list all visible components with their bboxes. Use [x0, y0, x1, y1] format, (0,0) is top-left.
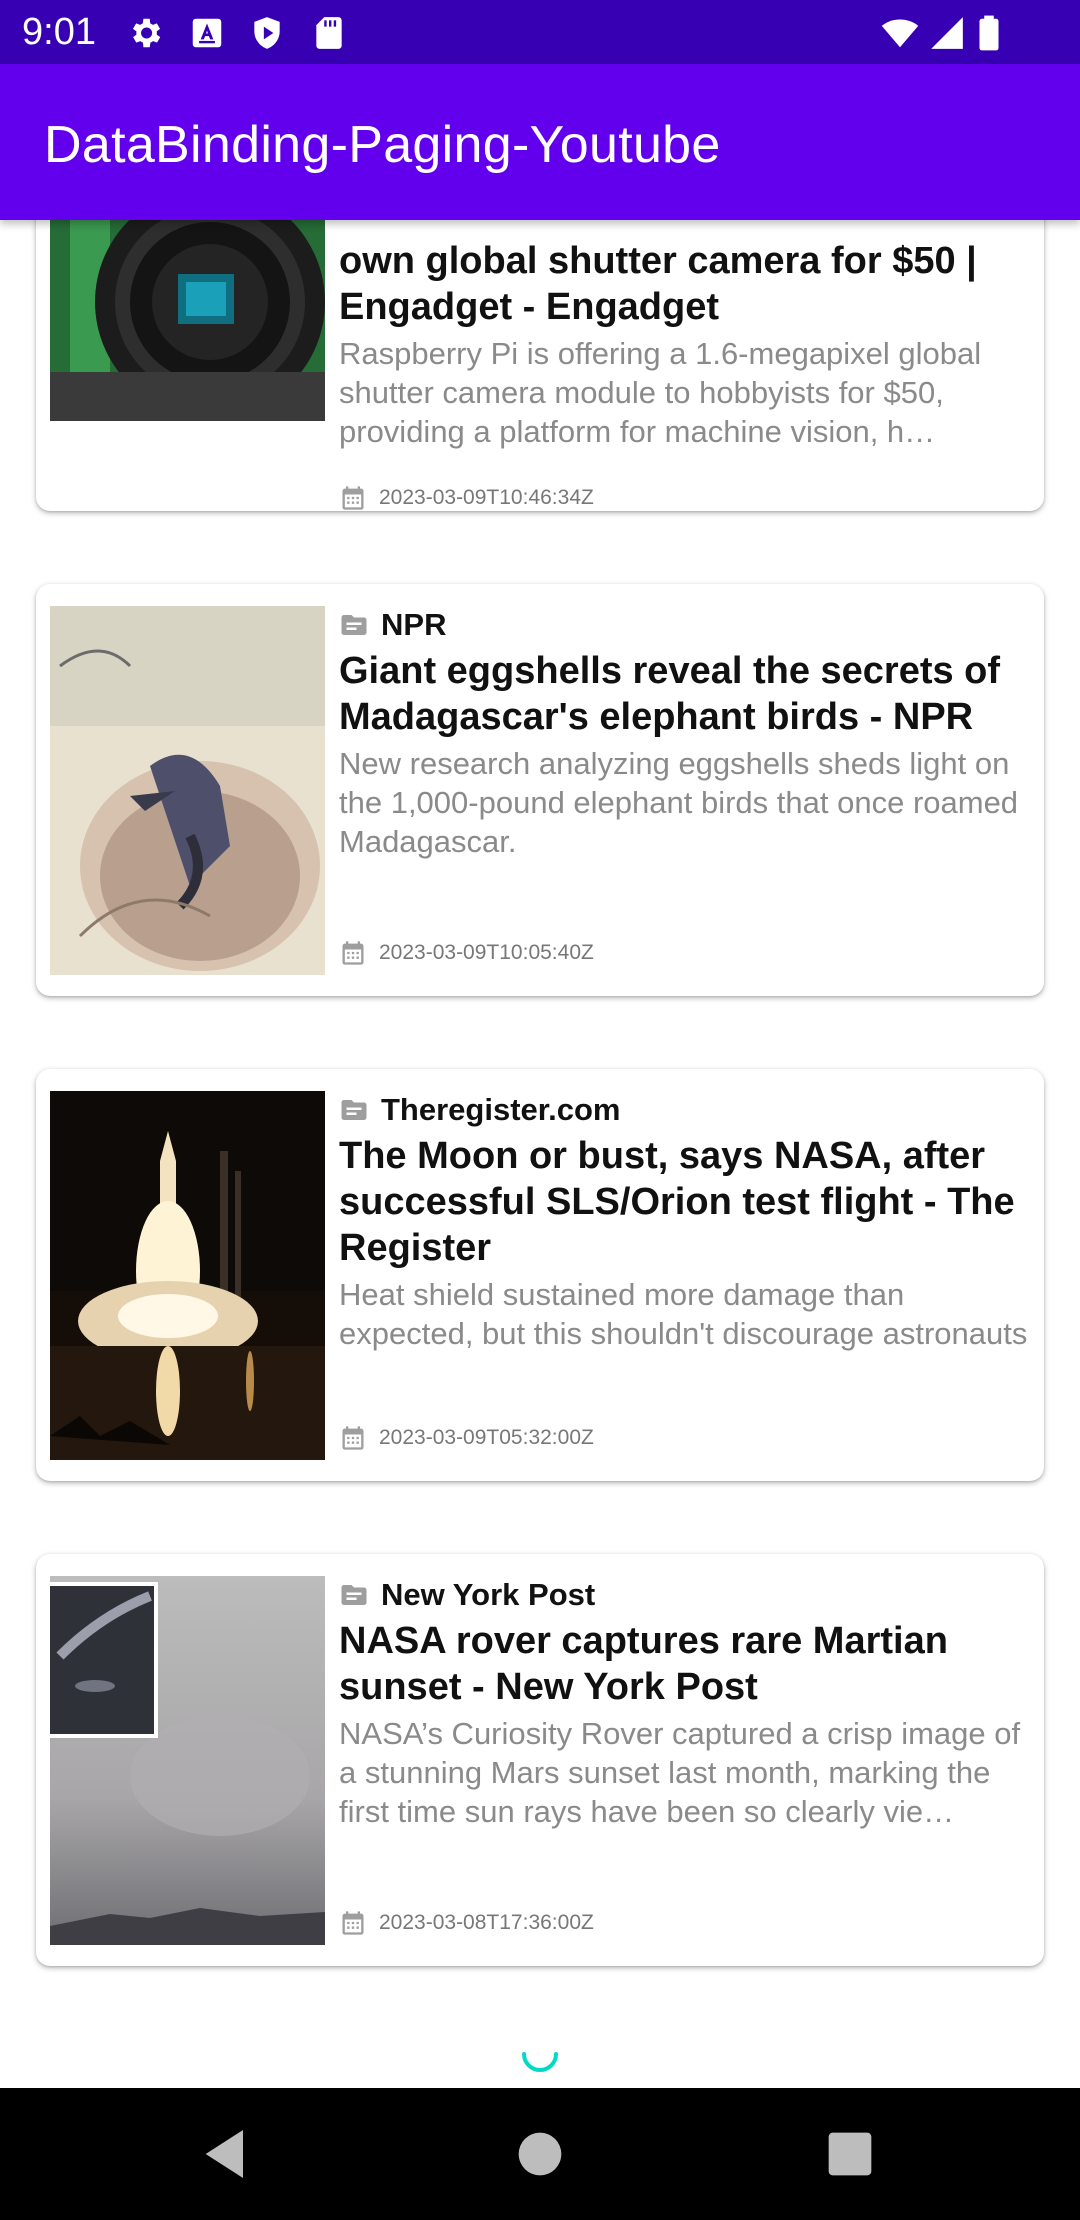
calendar-icon	[342, 486, 364, 510]
article-thumbnail	[50, 1576, 325, 1945]
calendar-icon	[342, 1426, 364, 1450]
article-card[interactable]: NPR Giant eggshells reveal the secrets o…	[36, 584, 1044, 996]
article-content: NPR Giant eggshells reveal the secrets o…	[339, 602, 1029, 861]
app-bar: DataBinding-Paging-Youtube	[0, 64, 1080, 220]
article-card[interactable]: Theregister.com The Moon or bust, says N…	[36, 1069, 1044, 1481]
article-content: New York Post NASA rover captures rare M…	[339, 1572, 1029, 1831]
article-description: NASA’s Curiosity Rover captured a crisp …	[339, 1716, 1021, 1829]
folder-icon	[341, 615, 367, 635]
article-date: 2023-03-09T10:05:40Z	[339, 939, 594, 967]
calendar-icon	[342, 941, 364, 965]
home-icon[interactable]	[508, 2122, 572, 2186]
article-source: NPR	[339, 602, 1029, 648]
app-title: DataBinding-Paging-Youtube	[44, 116, 721, 174]
wifi-icon	[881, 19, 919, 48]
article-source: Theregister.com	[339, 1087, 1029, 1133]
camera-module-image	[50, 220, 325, 421]
article-title: own global shutter camera for $50 | Enga…	[339, 240, 977, 328]
article-date-text: 2023-03-08T17:36:00Z	[379, 1911, 594, 1934]
status-time: 9:01	[22, 11, 96, 53]
sd-card-icon	[316, 17, 342, 49]
article-date-text: 2023-03-09T10:05:40Z	[379, 941, 594, 964]
article-source-name: New York Post	[381, 1577, 596, 1612]
rocket-launch-image	[50, 1091, 325, 1460]
article-card[interactable]: own global shutter camera for $50 | Enga…	[36, 220, 1044, 511]
article-source-name: NPR	[381, 607, 447, 642]
article-content: Theregister.com The Moon or bust, says N…	[339, 1087, 1029, 1353]
article-list[interactable]: own global shutter camera for $50 | Enga…	[0, 220, 1080, 2088]
article-thumbnail	[50, 606, 325, 975]
recents-icon[interactable]	[818, 2122, 882, 2186]
article-date: 2023-03-09T05:32:00Z	[339, 1424, 594, 1452]
text-a-icon	[192, 18, 222, 48]
shield-play-icon	[254, 17, 280, 49]
folder-icon	[341, 1585, 367, 1605]
status-bar: 9:01	[0, 0, 1080, 64]
article-card[interactable]: New York Post NASA rover captures rare M…	[36, 1554, 1044, 1966]
article-date: 2023-03-09T10:46:34Z	[339, 484, 594, 511]
article-title: The Moon or bust, says NASA, after succe…	[339, 1135, 1015, 1269]
article-title: Giant eggshells reveal the secrets of Ma…	[339, 650, 1001, 738]
navigation-bar	[0, 2088, 1080, 2220]
article-thumbnail	[50, 220, 325, 421]
battery-icon	[979, 15, 999, 51]
hatching-bird-image	[50, 606, 325, 975]
article-content: own global shutter camera for $50 | Enga…	[339, 220, 1029, 451]
settings-icon	[132, 18, 161, 48]
article-description: Heat shield sustained more damage than e…	[339, 1277, 1028, 1351]
article-description: New research analyzing eggshells sheds l…	[339, 746, 1019, 859]
article-title: NASA rover captures rare Martian sunset …	[339, 1620, 948, 1708]
mars-sunset-image	[50, 1576, 325, 1945]
back-icon[interactable]	[195, 2122, 259, 2186]
article-source: New York Post	[339, 1572, 1029, 1618]
folder-icon	[341, 1100, 367, 1120]
loading-spinner-icon	[522, 2052, 558, 2072]
article-source-name: Theregister.com	[381, 1092, 621, 1127]
article-description: Raspberry Pi is offering a 1.6-megapixel…	[339, 336, 982, 449]
article-date-text: 2023-03-09T05:32:00Z	[379, 1426, 594, 1449]
article-date-text: 2023-03-09T10:46:34Z	[379, 486, 594, 509]
article-thumbnail	[50, 1091, 325, 1460]
article-date: 2023-03-08T17:36:00Z	[339, 1909, 594, 1937]
calendar-icon	[342, 1911, 364, 1935]
signal-icon	[931, 17, 963, 49]
